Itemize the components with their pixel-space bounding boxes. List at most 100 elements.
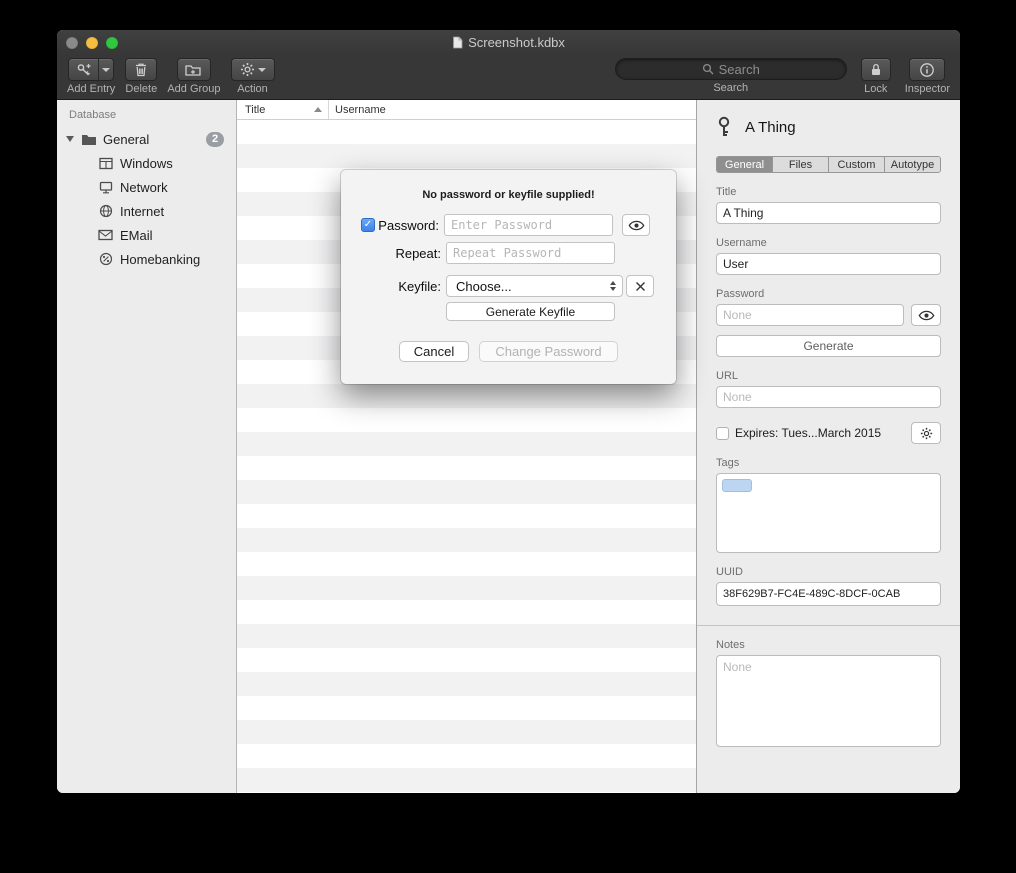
delete-button[interactable] [125,58,157,81]
tab-custom[interactable]: Custom [829,157,885,172]
inspector-panel: A Thing General Files Custom Autotype Ti… [696,100,960,793]
search-placeholder: Search [719,62,760,77]
sidebar-item-network[interactable]: Network [57,175,236,199]
reveal-password-button[interactable] [622,214,650,236]
key-icon [716,116,736,138]
toolbar: Add Entry Delete Add Group Action [57,56,960,100]
keyfile-row: Keyfile: Choose... [361,275,656,297]
url-field[interactable] [716,386,941,408]
search-label: Search [713,83,748,94]
sidebar-item-label: Network [120,180,236,195]
inspector-tool: Inspector [905,58,950,95]
tab-autotype[interactable]: Autotype [885,157,940,172]
keyfile-popup-value: Choose... [456,279,512,294]
notes-field[interactable]: None [716,655,941,747]
search-icon [702,63,714,75]
repeat-password-input[interactable] [446,242,615,264]
expires-row: Expires: Tues...March 2015 [716,422,941,444]
cancel-button[interactable]: Cancel [399,341,469,362]
password-field-label: Password [716,288,941,300]
expires-settings-button[interactable] [911,422,941,444]
inspector-tabs: General Files Custom Autotype [716,156,941,173]
uuid-field[interactable] [716,582,941,606]
tag-chip[interactable] [722,479,752,492]
entry-title: A Thing [745,119,796,136]
windows-icon [97,157,114,170]
sidebar: Database General 2 Windows Network [57,100,237,793]
add-entry-button[interactable] [69,59,98,80]
sidebar-item-windows[interactable]: Windows [57,151,236,175]
dialog-message: No password or keyfile supplied! [341,170,676,201]
disclosure-triangle[interactable] [66,136,74,142]
document-icon [452,36,463,49]
entry-count-badge: 2 [206,132,224,147]
notes-label: Notes [716,639,941,651]
add-group-button[interactable] [177,58,211,81]
username-field-label: Username [716,237,941,249]
popup-chevrons-icon [610,281,616,291]
title-field[interactable] [716,202,941,224]
inspector-button[interactable] [909,58,945,81]
app-window: Screenshot.kdbx Add Entry Delete Add Gro… [57,30,960,793]
expires-checkbox[interactable] [716,427,729,440]
content-area: Database General 2 Windows Network [57,100,960,793]
add-entry-dropdown[interactable] [98,59,113,80]
check-icon: ✓ [364,220,372,230]
url-field-label: URL [716,370,941,382]
action-button[interactable] [231,58,275,81]
repeat-row: Repeat: [361,242,656,264]
generate-password-button[interactable]: Generate [716,335,941,357]
gear-icon [920,427,933,440]
eye-icon [918,310,935,321]
sidebar-item-email[interactable]: EMail [57,223,236,247]
uuid-label: UUID [716,566,941,578]
password-field[interactable] [716,304,904,326]
dialog-buttons: Cancel Change Password [341,341,676,362]
sidebar-group-label: General [103,132,206,147]
window-title-text: Screenshot.kdbx [468,35,565,50]
change-password-button[interactable]: Change Password [479,341,618,362]
column-header-title[interactable]: Title [237,100,329,119]
generate-keyfile-button[interactable]: Generate Keyfile [446,302,615,321]
column-title-label: Title [245,104,265,116]
key-plus-icon [76,62,92,78]
tab-files[interactable]: Files [773,157,829,172]
password-checkbox[interactable]: ✓ [361,218,375,232]
action-tool: Action [231,58,275,95]
column-header-username[interactable]: Username [329,100,386,119]
folder-icon [80,133,97,146]
tags-field[interactable] [716,473,941,553]
username-field[interactable] [716,253,941,275]
search-tool: Search Search [615,58,847,94]
title-field-label: Title [716,186,941,198]
list-header: Title Username [237,100,696,120]
sidebar-item-label: Homebanking [120,252,236,267]
sidebar-group-general[interactable]: General 2 [57,127,236,151]
lock-icon [869,62,883,77]
chevron-down-icon [258,68,266,72]
reveal-password-button[interactable] [911,304,941,326]
tab-general[interactable]: General [717,157,773,172]
add-entry-tool: Add Entry [67,58,115,95]
coin-percent-icon [97,252,114,266]
sidebar-item-homebanking[interactable]: Homebanking [57,247,236,271]
generate-keyfile-row: Generate Keyfile [361,302,656,321]
keyfile-popup[interactable]: Choose... [446,275,623,297]
sidebar-section-header: Database [57,106,236,127]
tags-label: Tags [716,457,941,469]
entry-header: A Thing [716,113,941,141]
repeat-label: Repeat: [377,246,441,261]
lock-button[interactable] [861,58,891,81]
password-label: Password: [375,218,439,233]
sort-ascending-icon [314,107,322,112]
column-username-label: Username [335,104,386,116]
close-icon [635,281,646,292]
search-input[interactable]: Search [615,58,847,80]
titlebar[interactable]: Screenshot.kdbx [57,30,960,56]
password-input[interactable] [444,214,613,236]
envelope-icon [97,229,114,241]
add-group-label: Add Group [167,84,220,95]
clear-keyfile-button[interactable] [626,275,654,297]
sidebar-item-label: Internet [120,204,236,219]
sidebar-item-internet[interactable]: Internet [57,199,236,223]
